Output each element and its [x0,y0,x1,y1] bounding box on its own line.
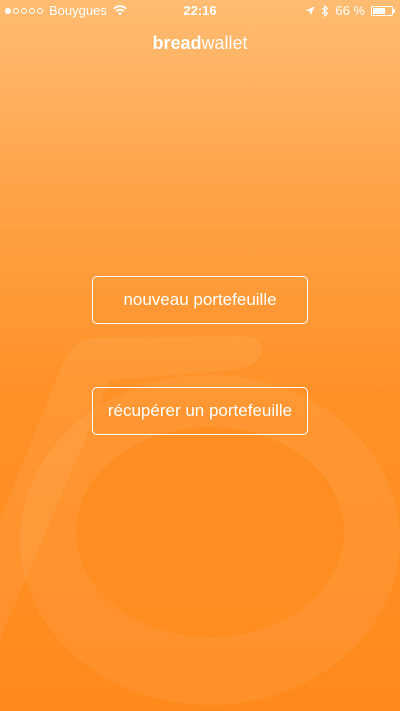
status-bar: Bouygues 22:16 66 % [0,0,400,22]
logo-light-text: wallet [201,33,248,53]
recover-wallet-button[interactable]: récupérer un portefeuille [92,387,308,435]
status-right: 66 % [305,3,395,18]
battery-fill [373,7,385,14]
location-arrow-icon [305,6,315,15]
battery-icon [371,5,395,16]
battery-percent: 66 % [335,3,365,18]
logo-bold-text: bread [152,33,202,53]
new-wallet-button[interactable]: nouveau portefeuille [92,276,308,324]
bread-b-watermark-icon [0,336,400,705]
welcome-screen: Bouygues 22:16 66 % breadwallet nouveau … [0,0,400,711]
app-logo: breadwallet [0,33,400,54]
bluetooth-icon [321,4,329,17]
